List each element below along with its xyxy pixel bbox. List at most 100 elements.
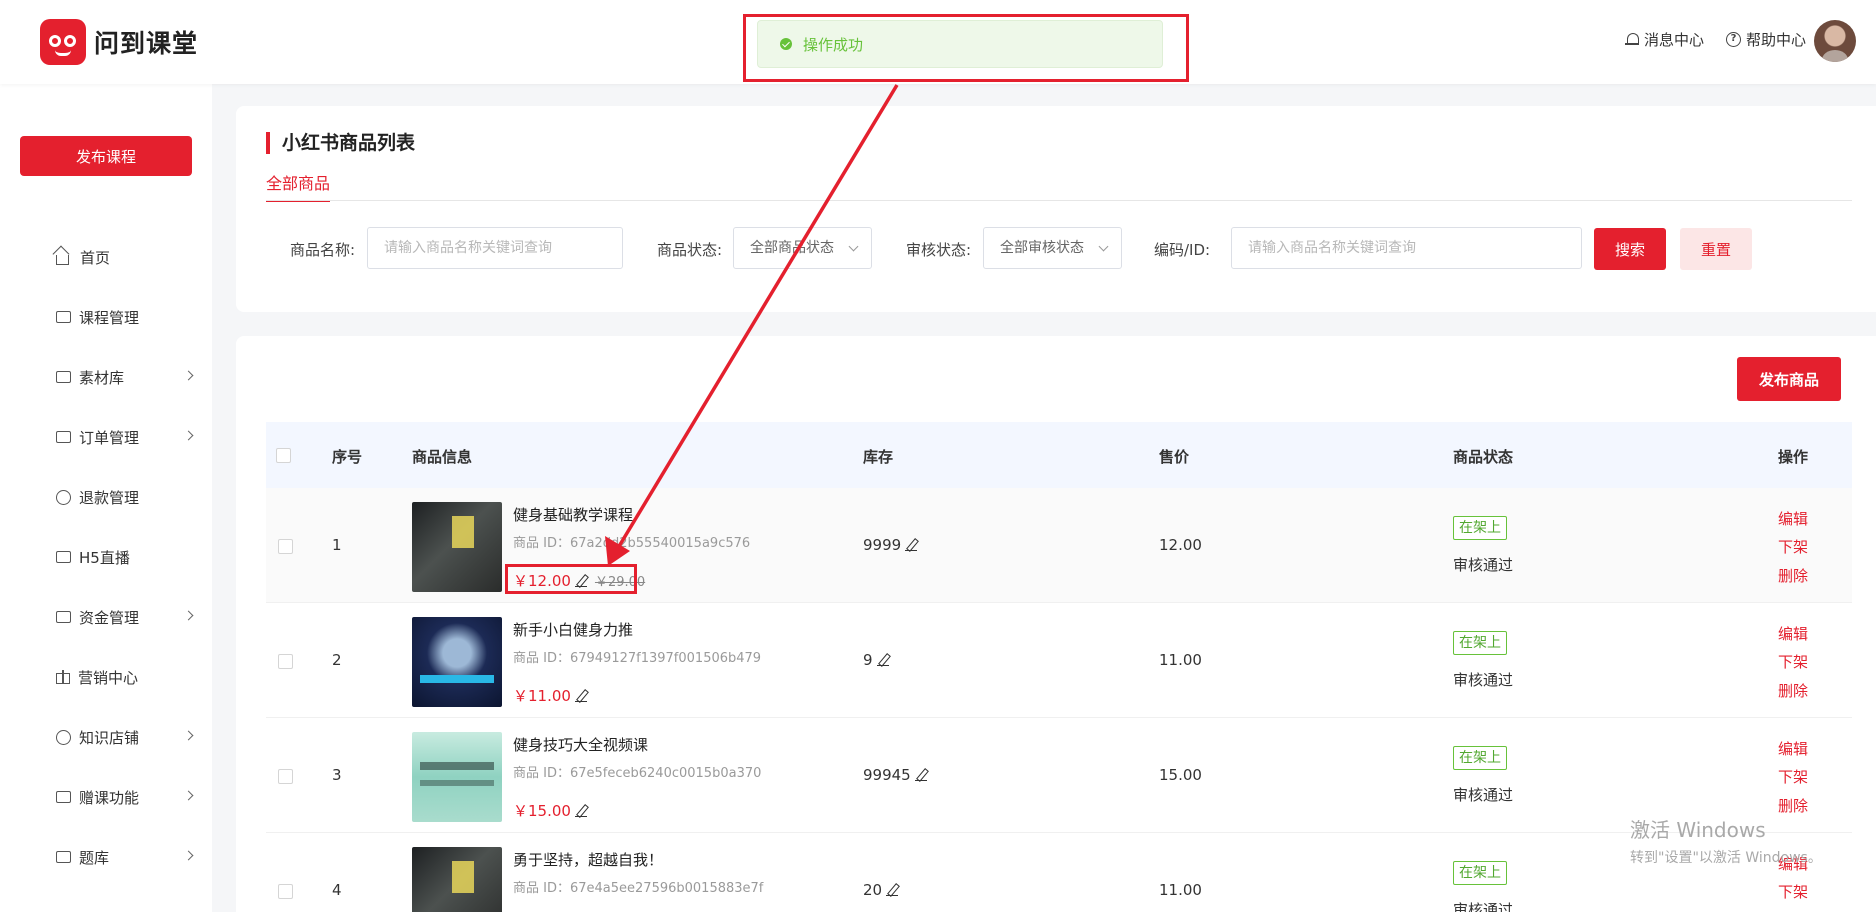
- stock-value: 9: [863, 651, 873, 669]
- sidebar-item-label: 赠课功能: [79, 788, 140, 807]
- delete-button[interactable]: 删除: [1778, 795, 1808, 816]
- sidebar-item-label: 退款管理: [79, 488, 140, 507]
- table-header: 序号 商品信息 库存 售价 商品状态 操作: [266, 422, 1852, 488]
- tab-all-goods[interactable]: 全部商品: [266, 170, 331, 202]
- goods-thumbnail: [412, 732, 502, 822]
- windows-activation-watermark: 激活 Windows 转到"设置"以激活 Windows。: [1630, 814, 1822, 867]
- sidebar-item-gift-course[interactable]: 赠课功能: [56, 785, 194, 809]
- goods-name: 新手小白健身力推: [513, 621, 634, 639]
- bell-icon: [1624, 32, 1639, 47]
- home-icon: [56, 255, 69, 265]
- sidebar-item-marketing[interactable]: 营销中心: [56, 665, 192, 689]
- sidebar-item-funds[interactable]: 资金管理: [56, 605, 194, 629]
- help-center-label: 帮助中心: [1745, 31, 1806, 49]
- search-button[interactable]: 搜索: [1594, 228, 1666, 270]
- table-row: 2 新手小白健身力推 商品 ID：67949127f1397f001506b47…: [266, 603, 1852, 718]
- audit-status-value: 全部审核状态: [1000, 240, 1084, 256]
- sidebar-item-course[interactable]: 课程管理: [56, 305, 192, 329]
- chevron-right-icon: [183, 730, 194, 741]
- status-badge: 在架上: [1453, 631, 1507, 655]
- logo[interactable]: 问到课堂: [40, 19, 198, 65]
- stock-cell: 9999: [863, 536, 918, 554]
- user-avatar[interactable]: [1814, 20, 1856, 62]
- sidebar-item-live[interactable]: H5直播: [56, 545, 192, 569]
- refund-icon: [56, 489, 71, 505]
- table-row: 3 健身技巧大全视频课 商品 ID：67e5feceb6240c0015b0a3…: [266, 718, 1852, 833]
- sidebar-item-refund[interactable]: 退款管理: [56, 485, 192, 509]
- off-shelf-button[interactable]: 下架: [1778, 536, 1808, 557]
- status-badge: 在架上: [1453, 516, 1507, 540]
- help-center-link[interactable]: ? 帮助中心: [1725, 29, 1806, 50]
- gift-course-icon: [56, 791, 71, 803]
- chevron-down-icon: [848, 241, 859, 252]
- goods-id: 商品 ID：67e5feceb6240c0015b0a370: [513, 766, 762, 781]
- logo-icon: [40, 19, 86, 65]
- stock-cell: 9: [863, 651, 889, 669]
- goods-id: 商品 ID：67e4a5ee27596b0015883e7f: [513, 881, 764, 896]
- sidebar: 发布课程 首页 课程管理 素材库 订单管理 退款管理 H5直播 资金管理 营销中…: [0, 84, 212, 912]
- edit-stock-icon[interactable]: [905, 539, 918, 552]
- publish-course-button[interactable]: 发布课程: [20, 136, 192, 176]
- success-toast: 操作成功: [757, 20, 1163, 68]
- goods-name: 健身基础教学课程: [513, 506, 634, 524]
- off-shelf-button[interactable]: 下架: [1778, 881, 1808, 902]
- goods-thumbnail: [412, 847, 502, 912]
- edit-price-icon[interactable]: [574, 575, 587, 587]
- delete-button[interactable]: 删除: [1778, 565, 1808, 586]
- row-checkbox[interactable]: [278, 539, 293, 554]
- audit-status-select[interactable]: 全部审核状态: [983, 227, 1122, 269]
- course-icon: [56, 311, 71, 323]
- code-id-input[interactable]: [1231, 227, 1582, 269]
- reset-button[interactable]: 重置: [1680, 228, 1752, 270]
- sidebar-item-material[interactable]: 素材库: [56, 365, 194, 389]
- sidebar-item-label: H5直播: [79, 548, 130, 567]
- col-stock: 库存: [863, 448, 894, 466]
- goods-name-input[interactable]: [367, 227, 623, 269]
- goods-price: ￥12.00 ￥29.00: [513, 570, 645, 591]
- off-shelf-button[interactable]: 下架: [1778, 651, 1808, 672]
- edit-price-icon[interactable]: [574, 805, 587, 817]
- sidebar-item-home[interactable]: 首页: [56, 245, 192, 269]
- publish-goods-button[interactable]: 发布商品: [1737, 357, 1841, 401]
- audit-status: 审核通过: [1453, 556, 1514, 574]
- sidebar-item-shop[interactable]: 知识店铺: [56, 725, 194, 749]
- row-index: 4: [332, 881, 342, 899]
- col-ops: 操作: [1778, 448, 1809, 466]
- edit-price-icon[interactable]: [574, 690, 587, 702]
- edit-button[interactable]: 编辑: [1778, 623, 1808, 644]
- stock-value: 99945: [863, 766, 911, 784]
- off-shelf-button[interactable]: 下架: [1778, 766, 1808, 787]
- order-icon: [56, 431, 71, 443]
- success-check-icon: [780, 38, 792, 50]
- edit-stock-icon[interactable]: [876, 654, 889, 667]
- price-value: ￥12.00: [513, 572, 571, 590]
- delete-button[interactable]: 删除: [1778, 680, 1808, 701]
- row-checkbox[interactable]: [278, 884, 293, 899]
- row-checkbox[interactable]: [278, 769, 293, 784]
- edit-button[interactable]: 编辑: [1778, 508, 1808, 529]
- sidebar-item-label: 知识店铺: [79, 728, 140, 747]
- status-badge: 在架上: [1453, 861, 1507, 885]
- row-checkbox[interactable]: [278, 654, 293, 669]
- sidebar-item-label: 首页: [80, 248, 111, 267]
- edit-stock-icon[interactable]: [914, 769, 927, 782]
- select-all-checkbox[interactable]: [276, 448, 291, 463]
- sale-price: 15.00: [1159, 766, 1202, 784]
- goods-thumbnail: [412, 502, 502, 592]
- audit-status: 审核通过: [1453, 786, 1514, 804]
- goods-price: ￥11.00: [513, 685, 587, 706]
- message-center-label: 消息中心: [1643, 31, 1704, 49]
- original-price: ￥29.00: [594, 575, 646, 590]
- table-row: 4 勇于坚持，超越自我！ 商品 ID：67e4a5ee27596b0015883…: [266, 833, 1852, 912]
- sidebar-item-orders[interactable]: 订单管理: [56, 425, 194, 449]
- audit-status: 审核通过: [1453, 901, 1514, 912]
- edit-stock-icon[interactable]: [886, 884, 899, 897]
- goods-status-label: 商品状态:: [657, 241, 723, 259]
- sale-price: 11.00: [1159, 651, 1202, 669]
- sidebar-item-question-bank[interactable]: 题库: [56, 845, 194, 869]
- goods-status-select[interactable]: 全部商品状态: [733, 227, 872, 269]
- message-center-link[interactable]: 消息中心: [1624, 29, 1704, 50]
- price-value: ￥11.00: [513, 687, 571, 705]
- row-index: 1: [332, 536, 342, 554]
- edit-button[interactable]: 编辑: [1778, 738, 1808, 759]
